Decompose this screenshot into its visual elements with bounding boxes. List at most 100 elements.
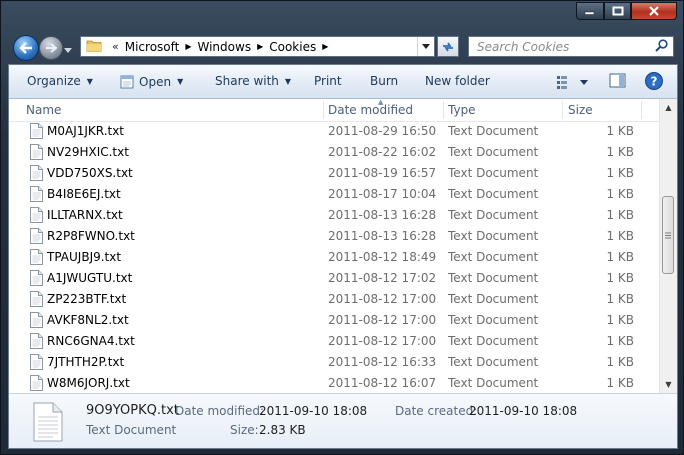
refresh-button[interactable] (437, 36, 459, 57)
close-button[interactable] (631, 2, 677, 20)
file-row[interactable]: AVKF8NL2.txt 2011-08-12 17:00 Text Documen… (9, 310, 660, 331)
search-icon[interactable] (655, 38, 668, 55)
file-name[interactable]: W8M6JORJ.txt (47, 376, 130, 390)
file-name[interactable]: 7JTHTH2P.txt (47, 355, 124, 369)
print-button[interactable]: Print (314, 74, 342, 88)
file-date-modified: 2011-08-13 16:28 (328, 208, 437, 222)
file-type: Text Document (448, 313, 539, 327)
text-document-icon (30, 186, 43, 205)
file-name[interactable]: B4I8E6EJ.txt (47, 187, 121, 201)
vertical-scrollbar[interactable]: ▲ ▼ (659, 99, 677, 393)
file-name[interactable]: M0AJ1JKR.txt (47, 124, 124, 138)
text-document-icon (30, 207, 43, 226)
maximize-button[interactable] (604, 2, 631, 20)
breadcrumb-arrow-icon[interactable]: ▶ (257, 42, 263, 51)
help-button[interactable]: ? (644, 71, 664, 94)
file-row[interactable]: VDD750XS.txt 2011-08-19 16:57 Text Documen… (9, 163, 660, 184)
details-date-modified: 2011-09-10 18:08 (259, 404, 368, 418)
text-document-icon (30, 354, 43, 373)
breadcrumb-microsoft[interactable]: Microsoft (125, 40, 180, 54)
file-date-modified: 2011-08-12 16:33 (328, 355, 437, 369)
file-row[interactable]: B4I8E6EJ.txt 2011-08-17 10:04 Text Documen… (9, 184, 660, 205)
breadcrumb-windows[interactable]: Windows (198, 40, 252, 54)
text-document-icon (30, 375, 43, 394)
file-type: Text Document (448, 208, 539, 222)
text-document-large-icon (33, 402, 63, 445)
scroll-thumb[interactable] (662, 196, 674, 274)
file-name[interactable]: VDD750XS.txt (47, 166, 133, 180)
column-date-modified[interactable]: Date modified (328, 103, 413, 117)
open-button[interactable]: Open ▼ (119, 74, 183, 89)
file-row[interactable]: A1JWUGTU.txt 2011-08-12 17:02 Text Documen… (9, 268, 660, 289)
file-name[interactable]: AVKF8NL2.txt (47, 313, 129, 327)
chevron-down-icon (64, 48, 72, 53)
view-options-button[interactable] (555, 71, 589, 94)
address-bar[interactable]: « Microsoft ▶ Windows ▶ Cookies ▶ (80, 36, 435, 57)
file-row[interactable]: ZP223BTF.txt 2011-08-12 17:00 Text Documen… (9, 289, 660, 310)
column-name[interactable]: Name (26, 103, 61, 117)
details-filename: 9O9YOPKQ.txt (86, 403, 179, 418)
back-button[interactable] (13, 35, 39, 61)
text-document-icon (30, 312, 43, 331)
chevron-down-icon: ▼ (86, 76, 93, 86)
column-type[interactable]: Type (448, 103, 476, 117)
minimize-icon (584, 11, 595, 15)
text-document-icon (30, 270, 43, 289)
breadcrumb-cookies[interactable]: Cookies (269, 40, 316, 54)
column-divider[interactable] (323, 101, 324, 119)
file-name[interactable]: TPAUJBJ9.txt (47, 250, 121, 264)
file-row[interactable]: W8M6JORJ.txt 2011-08-12 16:07 Text Documen… (9, 373, 660, 394)
column-divider[interactable] (641, 101, 642, 119)
address-overflow[interactable]: « (112, 40, 119, 53)
scroll-up-arrow-icon[interactable]: ▲ (660, 99, 677, 116)
search-box[interactable]: Search Cookies (468, 36, 674, 57)
forward-button[interactable] (39, 36, 63, 60)
file-name[interactable]: A1JWUGTU.txt (47, 271, 132, 285)
file-row[interactable]: RNC6GNA4.txt 2011-08-12 17:00 Text Documen… (9, 331, 660, 352)
file-date-modified: 2011-08-29 16:50 (328, 124, 437, 138)
file-size: 1 KB (606, 334, 634, 348)
details-size: 2.83 KB (259, 423, 306, 437)
breadcrumb-arrow-icon[interactable]: ▶ (185, 42, 191, 51)
file-date-modified: 2011-08-12 17:02 (328, 271, 437, 285)
column-divider[interactable] (562, 101, 563, 119)
maximize-icon (612, 6, 623, 16)
burn-label: Burn (370, 74, 399, 88)
explorer-window: « Microsoft ▶ Windows ▶ Cookies ▶ Search… (0, 0, 684, 455)
close-icon (649, 6, 659, 16)
address-history-dropdown[interactable] (417, 37, 434, 56)
file-row[interactable]: TPAUJBJ9.txt 2011-08-12 18:49 Text Documen… (9, 247, 660, 268)
file-name[interactable]: NV29HXIC.txt (47, 145, 129, 159)
new-folder-button[interactable]: New folder (425, 74, 490, 88)
svg-text:?: ? (651, 75, 658, 89)
share-with-menu[interactable]: Share with ▼ (215, 74, 291, 88)
burn-button[interactable]: Burn (370, 74, 398, 88)
file-size: 1 KB (606, 355, 634, 369)
details-date-created-label: Date created: (395, 404, 478, 418)
search-input[interactable]: Search Cookies (477, 40, 655, 54)
file-size: 1 KB (606, 376, 634, 390)
recent-pages-dropdown[interactable] (64, 43, 72, 57)
file-name[interactable]: R2P8FWNO.txt (47, 229, 135, 243)
preview-pane-button[interactable] (609, 71, 627, 94)
file-date-modified: 2011-08-17 10:04 (328, 187, 437, 201)
file-name[interactable]: RNC6GNA4.txt (47, 334, 135, 348)
breadcrumb-arrow-icon[interactable]: ▶ (322, 42, 328, 51)
minimize-button[interactable] (576, 2, 604, 20)
file-size: 1 KB (606, 271, 634, 285)
file-size: 1 KB (606, 187, 634, 201)
command-bar: Organize ▼ Open ▼ Share with ▼ Print Bur… (9, 65, 677, 99)
file-row[interactable]: ILLTARNX.txt 2011-08-13 16:28 Text Documen… (9, 205, 660, 226)
file-name[interactable]: ZP223BTF.txt (47, 292, 126, 306)
column-size[interactable]: Size (568, 103, 593, 117)
file-row[interactable]: M0AJ1JKR.txt 2011-08-29 16:50 Text Documen… (9, 121, 660, 142)
column-divider[interactable] (443, 101, 444, 119)
file-row[interactable]: R2P8FWNO.txt 2011-08-13 16:28 Text Documen… (9, 226, 660, 247)
text-document-icon (30, 333, 43, 352)
scroll-down-arrow-icon[interactable]: ▼ (660, 376, 677, 393)
file-row[interactable]: 7JTHTH2P.txt 2011-08-12 16:33 Text Documen… (9, 352, 660, 373)
file-name[interactable]: ILLTARNX.txt (47, 208, 123, 222)
file-row[interactable]: NV29HXIC.txt 2011-08-22 16:02 Text Documen… (9, 142, 660, 163)
organize-menu[interactable]: Organize ▼ (27, 74, 93, 88)
file-size: 1 KB (606, 250, 634, 264)
